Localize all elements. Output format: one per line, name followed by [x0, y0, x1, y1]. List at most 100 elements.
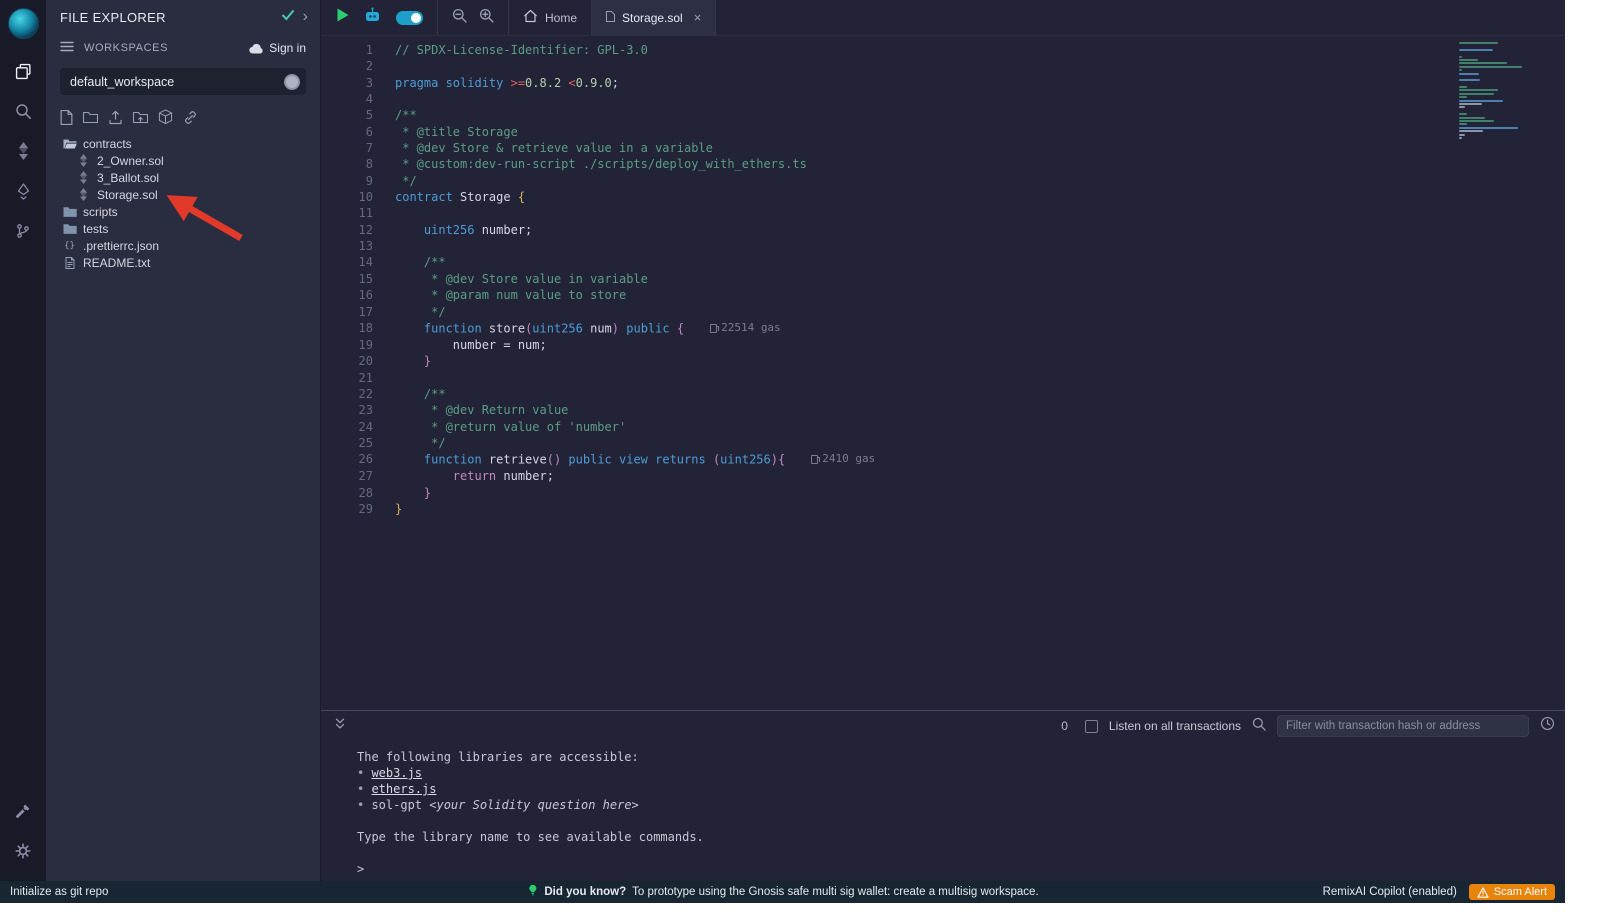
file-tree-item-contracts[interactable]: contracts — [46, 135, 320, 152]
code-line-9: 9 */ — [321, 173, 1565, 189]
file-tree-item-scripts[interactable]: scripts — [46, 203, 320, 220]
line-number: 10 — [321, 189, 373, 205]
line-number: 1 — [321, 42, 373, 58]
code-line-19: 19 number = num; — [321, 337, 1565, 353]
code-line-23: 23 * @dev Return value — [321, 402, 1565, 418]
cube-icon[interactable] — [158, 109, 173, 125]
status-bar: Initialize as git repo Did you know? To … — [0, 881, 1565, 903]
line-number: 22 — [321, 386, 373, 402]
file-label: scripts — [83, 205, 118, 219]
file-explorer-icon[interactable] — [0, 51, 46, 91]
gas-pump-icon — [811, 455, 818, 464]
code-surface[interactable]: 1// SPDX-License-Identifier: GPL-3.023pr… — [321, 36, 1565, 710]
new-folder-icon[interactable] — [83, 111, 98, 124]
solidity-compiler-icon[interactable] — [0, 131, 46, 171]
solidity-file-icon — [76, 154, 91, 167]
code-line-15: 15 * @dev Store value in variable — [321, 271, 1565, 287]
chevron-right-icon[interactable]: › — [303, 9, 308, 25]
file-tree-item-readme-txt[interactable]: README.txt — [46, 254, 320, 271]
line-number: 14 — [321, 254, 373, 270]
tab-home[interactable]: Home — [509, 0, 592, 35]
remix-ai-robot-icon[interactable] — [364, 7, 381, 28]
tab-storage-sol[interactable]: Storage.sol × — [592, 0, 716, 35]
file-tree-item-storage-sol[interactable]: Storage.sol — [46, 186, 320, 203]
file-label: README.txt — [83, 256, 150, 270]
search-icon[interactable] — [0, 91, 46, 131]
file-tree-item--prettierrc-json[interactable]: {} .prettierrc.json — [46, 237, 320, 254]
did-you-know-label: Did you know? — [544, 886, 626, 898]
close-tab-icon[interactable]: × — [694, 10, 702, 25]
code-line-24: 24 * @return value of 'number' — [321, 419, 1565, 435]
init-git-repo-button[interactable]: Initialize as git repo — [10, 886, 108, 898]
code-line-2: 2 — [321, 58, 1565, 74]
did-you-know-text: To prototype using the Gnosis safe multi… — [632, 886, 1039, 898]
new-file-icon[interactable] — [60, 110, 73, 125]
file-tree-item-tests[interactable]: tests — [46, 220, 320, 237]
file-explorer-title: FILE EXPLORER — [60, 10, 273, 25]
scam-alert-button[interactable]: Scam Alert — [1469, 884, 1555, 900]
workspace-select[interactable]: default_workspace — [60, 68, 306, 95]
history-clock-icon[interactable] — [1540, 716, 1555, 736]
code-line-13: 13 — [321, 238, 1565, 254]
code-line-29: 29} — [321, 501, 1565, 517]
line-number: 29 — [321, 501, 373, 517]
check-icon[interactable] — [281, 8, 295, 26]
code-line-12: 12 uint256 number; — [321, 222, 1565, 238]
line-number: 9 — [321, 173, 373, 189]
code-line-14: 14 /** — [321, 254, 1565, 270]
workspace-name: default_workspace — [70, 75, 174, 89]
hamburger-menu-icon[interactable] — [60, 39, 74, 57]
settings-gear-icon[interactable] — [0, 831, 46, 871]
git-branch-icon[interactable] — [0, 211, 46, 251]
page-margin-bottom — [0, 903, 1600, 919]
terminal-link[interactable]: web3.js — [371, 766, 422, 780]
line-number: 24 — [321, 419, 373, 435]
code-line-6: 6 * @title Storage — [321, 124, 1565, 140]
run-script-play-icon[interactable] — [337, 8, 349, 27]
upload-folder-icon[interactable] — [133, 111, 148, 124]
upload-file-icon[interactable] — [108, 110, 123, 125]
terminal-prompt[interactable]: > — [357, 861, 1565, 877]
remix-ide-app: FILE EXPLORER › WORKSPACES Sign in defau… — [0, 0, 1600, 919]
terminal-link[interactable]: ethers.js — [371, 782, 436, 796]
line-number: 17 — [321, 304, 373, 320]
line-number: 19 — [321, 337, 373, 353]
deploy-and-run-icon[interactable] — [0, 171, 46, 211]
terminal-output[interactable]: The following libraries are accessible:•… — [321, 741, 1565, 881]
line-number: 20 — [321, 353, 373, 369]
lightbulb-icon — [526, 883, 538, 901]
file-label: .prettierrc.json — [83, 239, 159, 253]
sign-in-label: Sign in — [269, 41, 306, 55]
json-file-icon: {} — [62, 241, 77, 251]
expand-terminal-icon[interactable] — [333, 717, 347, 736]
file-tree-item-3-ballot-sol[interactable]: 3_Ballot.sol — [46, 169, 320, 186]
tab-label: Storage.sol — [622, 11, 683, 25]
line-number: 3 — [321, 75, 373, 91]
hammer-icon[interactable] — [0, 791, 46, 831]
sign-in-button[interactable]: Sign in — [249, 41, 306, 55]
copilot-status-label[interactable]: RemixAI Copilot (enabled) — [1323, 886, 1457, 898]
remix-logo-icon[interactable] — [8, 8, 39, 39]
code-line-10: 10contract Storage { — [321, 189, 1565, 205]
line-number: 16 — [321, 287, 373, 303]
zoom-in-icon[interactable] — [479, 8, 494, 28]
code-line-4: 4 — [321, 91, 1565, 107]
listen-all-transactions-checkbox[interactable] — [1085, 720, 1098, 733]
terminal-line — [357, 813, 1565, 829]
zoom-out-icon[interactable] — [452, 8, 467, 28]
code-line-3: 3pragma solidity >=0.8.2 <0.9.0; — [321, 75, 1565, 91]
file-label: tests — [83, 222, 108, 236]
code-line-26: 26 function retrieve() public view retur… — [321, 451, 1565, 468]
line-number: 11 — [321, 205, 373, 221]
link-icon[interactable] — [183, 110, 198, 125]
file-tree-item-2-owner-sol[interactable]: 2_Owner.sol — [46, 152, 320, 169]
copilot-toggle[interactable] — [396, 11, 423, 25]
line-number: 5 — [321, 107, 373, 123]
line-number: 23 — [321, 402, 373, 418]
file-label: 2_Owner.sol — [97, 154, 164, 168]
transaction-filter-input[interactable] — [1277, 715, 1529, 737]
terminal-search-icon[interactable] — [1252, 717, 1266, 736]
file-explorer-panel: FILE EXPLORER › WORKSPACES Sign in defau… — [46, 0, 320, 881]
code-line-27: 27 return number; — [321, 468, 1565, 484]
minimap[interactable] — [1459, 42, 1539, 139]
